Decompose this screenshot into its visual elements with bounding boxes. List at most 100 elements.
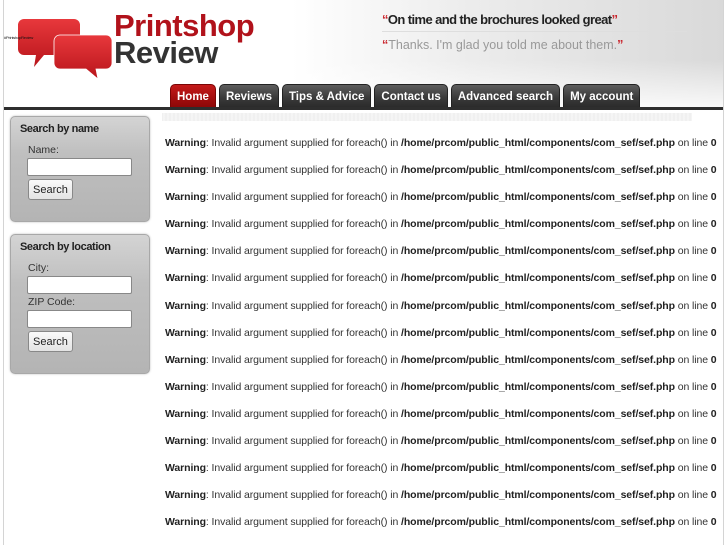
tab-tips-advice[interactable]: Tips & Advice [281, 84, 372, 108]
warning-label: Warning [165, 462, 206, 475]
warning-line-text: on line [674, 245, 711, 258]
warning-path: /home/prcom/public_html/components/com_s… [401, 245, 675, 258]
warning-message: Warning: Invalid argument supplied for f… [165, 326, 717, 354]
warning-line-text: on line [674, 353, 711, 366]
warning-label: Warning [165, 407, 206, 420]
warning-path: /home/prcom/public_html/components/com_s… [401, 191, 675, 204]
warning-text: : Invalid argument supplied for foreach(… [205, 353, 402, 366]
warning-message: Warning: Invalid argument supplied for f… [165, 299, 717, 327]
warning-line-number: 0 [710, 137, 717, 149]
name-input[interactable] [27, 158, 132, 176]
warning-line-number: 0 [710, 407, 717, 420]
warning-line-text: on line [674, 299, 711, 312]
warning-message: Warning: Invalid argument supplied for f… [165, 191, 717, 218]
warning-line-text: on line [674, 380, 711, 393]
site-logo[interactable]: Printshop Review [114, 10, 255, 68]
warning-message: Warning: Invalid argument supplied for f… [165, 380, 717, 408]
warning-label: Warning [165, 245, 206, 258]
warning-path: /home/prcom/public_html/components/com_s… [401, 272, 675, 285]
warning-line-number: 0 [710, 516, 717, 529]
warning-label: Warning [165, 137, 206, 149]
search-by-name-button[interactable]: Search [28, 179, 73, 200]
warning-text: : Invalid argument supplied for foreach(… [205, 299, 402, 312]
warning-path: /home/prcom/public_html/components/com_s… [401, 326, 675, 339]
search-by-location-button[interactable]: Search [28, 331, 73, 352]
warning-path: /home/prcom/public_html/components/com_s… [401, 380, 675, 393]
city-label: City: [28, 262, 49, 274]
tab-my-account[interactable]: My account [563, 84, 641, 108]
warning-message: Warning: Invalid argument supplied for f… [165, 245, 717, 272]
warning-line-text: on line [674, 272, 711, 285]
warning-line-text: on line [674, 407, 711, 420]
warning-path: /home/prcom/public_html/components/com_s… [401, 164, 675, 177]
warning-message: Warning: Invalid argument supplied for f… [165, 489, 717, 516]
main-nav: Home Reviews Tips & Advice Contact us Ad… [170, 84, 641, 108]
header: #PrintshopReview Printshop Review “On ti… [4, 0, 723, 108]
warning-label: Warning [165, 380, 206, 393]
warning-message: Warning: Invalid argument supplied for f… [165, 164, 717, 191]
warning-label: Warning [165, 299, 206, 312]
warning-line-text: on line [674, 516, 711, 529]
warning-path: /home/prcom/public_html/components/com_s… [401, 489, 675, 502]
tab-home[interactable]: Home [170, 84, 216, 108]
warning-line-number: 0 [710, 272, 717, 285]
warning-path: /home/prcom/public_html/components/com_s… [401, 353, 675, 366]
warning-message: Warning: Invalid argument supplied for f… [165, 137, 717, 164]
search-by-location-box: Search by location City: ZIP Code: Searc… [10, 234, 150, 374]
warning-label: Warning [165, 164, 206, 177]
warning-label: Warning [165, 489, 206, 502]
main-content: Warning: Invalid argument supplied for f… [165, 137, 717, 543]
warning-text: : Invalid argument supplied for foreach(… [205, 489, 402, 502]
warning-text: : Invalid argument supplied for foreach(… [205, 407, 402, 420]
warning-line-number: 0 [710, 435, 717, 448]
warning-label: Warning [165, 353, 206, 366]
page: #PrintshopReview Printshop Review “On ti… [3, 0, 724, 545]
warning-text: : Invalid argument supplied for foreach(… [205, 164, 402, 177]
warning-path: /home/prcom/public_html/components/com_s… [401, 137, 675, 149]
warning-text: : Invalid argument supplied for foreach(… [205, 191, 402, 204]
warning-path: /home/prcom/public_html/components/com_s… [401, 462, 675, 475]
warning-text: : Invalid argument supplied for foreach(… [205, 435, 402, 448]
warning-path: /home/prcom/public_html/components/com_s… [401, 218, 675, 231]
testimonial-reply: “Thanks. I'm glad you told me about them… [382, 38, 624, 52]
warning-message: Warning: Invalid argument supplied for f… [165, 516, 717, 543]
warning-line-number: 0 [710, 299, 717, 312]
warning-line-number: 0 [710, 191, 717, 204]
warning-label: Warning [165, 191, 206, 204]
nav-underline [4, 107, 723, 110]
tab-contact-us[interactable]: Contact us [374, 84, 448, 108]
warning-line-number: 0 [710, 380, 717, 393]
warning-path: /home/prcom/public_html/components/com_s… [401, 299, 675, 312]
search-by-name-title: Search by name [20, 123, 99, 135]
warning-label: Warning [165, 435, 206, 448]
warning-label: Warning [165, 218, 206, 231]
warning-line-text: on line [674, 137, 711, 149]
warning-line-text: on line [674, 218, 711, 231]
tab-reviews[interactable]: Reviews [218, 84, 279, 108]
search-by-name-box: Search by name Name: Search [10, 116, 150, 222]
logo-alt-text: #PrintshopReview [4, 35, 34, 40]
warning-path: /home/prcom/public_html/components/com_s… [401, 516, 675, 529]
warning-line-number: 0 [710, 245, 717, 258]
zip-label: ZIP Code: [28, 296, 76, 308]
warning-message: Warning: Invalid argument supplied for f… [165, 272, 717, 299]
zip-input[interactable] [27, 310, 132, 328]
name-label: Name: [28, 144, 59, 156]
warning-text: : Invalid argument supplied for foreach(… [205, 245, 402, 258]
warning-line-text: on line [674, 164, 711, 177]
speech-bubbles-logo-icon[interactable] [18, 15, 118, 79]
warning-line-number: 0 [710, 326, 717, 339]
warning-path: /home/prcom/public_html/components/com_s… [401, 407, 675, 420]
search-by-location-title: Search by location [20, 241, 111, 253]
warning-path: /home/prcom/public_html/components/com_s… [401, 435, 675, 448]
warning-text: : Invalid argument supplied for foreach(… [205, 137, 402, 149]
warning-line-text: on line [674, 435, 711, 448]
warning-label: Warning [165, 516, 206, 529]
city-input[interactable] [27, 276, 132, 294]
warning-line-text: on line [674, 191, 711, 204]
warning-message: Warning: Invalid argument supplied for f… [165, 353, 717, 381]
warning-line-number: 0 [710, 218, 717, 231]
tab-advanced-search[interactable]: Advanced search [450, 84, 561, 108]
warning-message: Warning: Invalid argument supplied for f… [165, 218, 717, 245]
warning-message: Warning: Invalid argument supplied for f… [165, 462, 717, 489]
